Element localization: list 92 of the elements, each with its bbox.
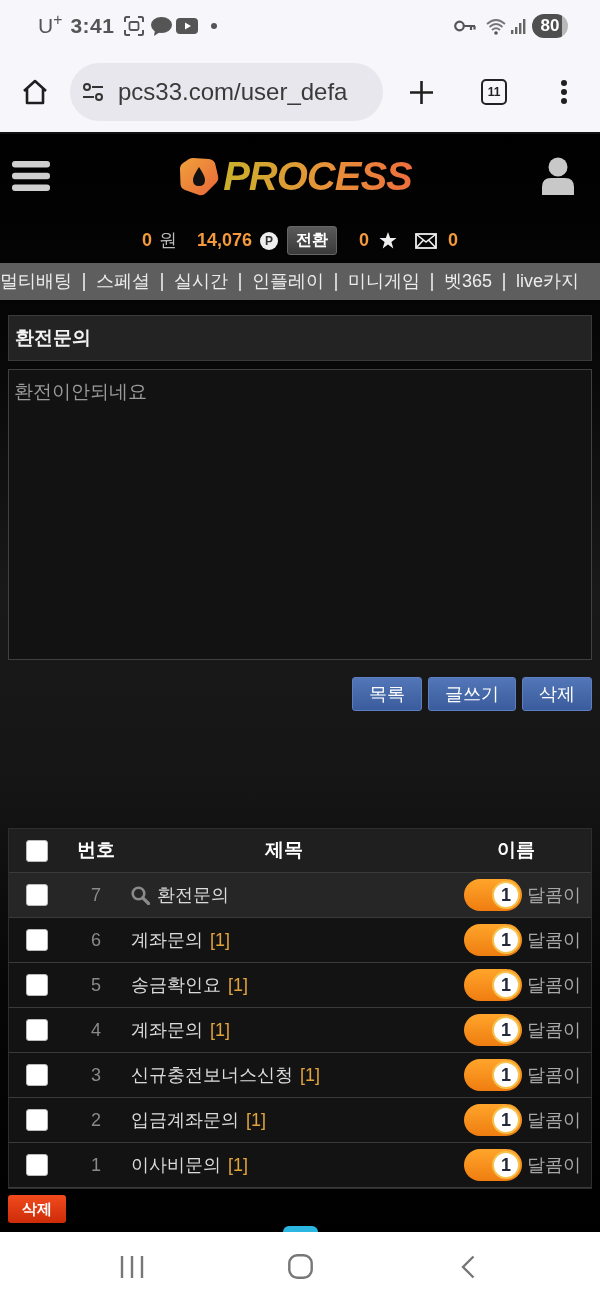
logo-icon (179, 156, 220, 196)
back-icon[interactable] (461, 1254, 475, 1279)
author-name: 달콤이 (527, 1153, 581, 1177)
row-number: 3 (90, 1063, 102, 1087)
post-title-link[interactable]: 계좌문의 (131, 1016, 203, 1044)
tab-count-button[interactable]: 11 (481, 79, 507, 105)
address-bar[interactable]: pcs33.com/user_defa (70, 63, 383, 121)
play-icon (176, 18, 199, 34)
row-number: 4 (90, 1018, 102, 1042)
row-checkbox[interactable] (26, 1154, 48, 1176)
comment-count: [1] (228, 1153, 248, 1177)
row-checkbox[interactable] (26, 929, 48, 951)
comment-count: [1] (210, 928, 230, 952)
comment-count: [1] (228, 973, 248, 997)
delete-button[interactable]: 삭제 (522, 677, 592, 711)
recents-icon[interactable] (120, 1254, 144, 1279)
row-number: 2 (90, 1108, 102, 1132)
comment-count: [1] (210, 1018, 230, 1042)
signal-icon (511, 18, 526, 34)
carrier-label: U$^{+}$ (38, 10, 63, 40)
home-icon[interactable] (21, 79, 49, 105)
level-badge: 1 (464, 1104, 522, 1136)
more-menu-icon[interactable] (560, 80, 568, 104)
author-name: 달콤이 (527, 1063, 581, 1087)
post-title-link[interactable]: 계좌문의 (131, 926, 203, 954)
site-settings-icon[interactable] (82, 83, 104, 101)
level-badge: 1 (464, 1149, 522, 1181)
person-icon[interactable] (541, 157, 575, 195)
screenshot-icon (124, 16, 145, 36)
nav-link[interactable]: 멀티배팅 (0, 268, 72, 295)
row-checkbox[interactable] (26, 1064, 48, 1086)
column-header: 번호 (76, 838, 116, 863)
author-name: 달콤이 (527, 973, 581, 997)
comment-count: [1] (246, 1108, 266, 1132)
level-badge: 1 (464, 879, 522, 911)
row-number: 6 (90, 928, 102, 952)
chat-bubble-icon (151, 16, 173, 36)
battery-indicator: 80 (532, 14, 568, 38)
dot-icon (211, 23, 218, 29)
post-title-link[interactable]: 송금확인요 (131, 971, 221, 999)
row-number: 7 (90, 883, 102, 907)
menu-icon[interactable] (12, 161, 50, 191)
row-checkbox[interactable] (26, 1019, 48, 1041)
author-name: 달콤이 (527, 1108, 581, 1132)
url-text: pcs33.com/user_defa (118, 77, 348, 107)
row-number: 5 (90, 973, 102, 997)
star-count: 0 (359, 229, 370, 252)
nav-link[interactable]: 인플레이 (252, 268, 324, 295)
post-body: 환전이안되네요 (8, 369, 592, 660)
list-button[interactable]: 목록 (352, 677, 422, 711)
nav-link[interactable]: 실시간 (174, 268, 228, 295)
points-badge: P (260, 231, 278, 250)
column-header: 이름 (496, 838, 536, 863)
level-badge: 1 (464, 1059, 522, 1091)
board-row[interactable]: 7 환전문의 1 달콤이 (9, 873, 591, 918)
search-icon (131, 885, 150, 905)
column-header: 제목 (264, 838, 304, 863)
nav-link[interactable]: 미니게임 (348, 268, 420, 295)
row-number: 1 (90, 1153, 102, 1177)
tab-handle[interactable] (282, 1226, 318, 1232)
post-title-link[interactable]: 신규충전보너스신청 (131, 1061, 293, 1089)
author-name: 달콤이 (527, 1018, 581, 1042)
post-title-link[interactable]: 입금계좌문의 (131, 1106, 239, 1134)
currency-unit: 원 (158, 229, 177, 252)
write-button[interactable]: 글쓰기 (428, 677, 516, 711)
post-title: 환전문의 (8, 315, 592, 361)
row-checkbox[interactable] (26, 884, 48, 906)
level-badge: 1 (464, 969, 522, 1001)
author-name: 달콤이 (527, 928, 581, 952)
mail-icon[interactable] (415, 232, 438, 249)
star-icon (379, 232, 398, 249)
level-badge: 1 (464, 1014, 522, 1046)
convert-button[interactable]: 전환 (287, 226, 337, 255)
clock-time: 3:41 (70, 13, 115, 40)
nav-link[interactable]: 벳365 (444, 268, 493, 295)
message-count: 0 (448, 229, 459, 252)
row-checkbox[interactable] (26, 1109, 48, 1131)
plus-icon[interactable] (409, 79, 434, 105)
post-title-link[interactable]: 이사비문의 (131, 1151, 221, 1179)
nav-link[interactable]: live카지 (516, 268, 580, 295)
level-badge: 1 (464, 924, 522, 956)
cash-amount: 0 (141, 229, 152, 252)
delete-selected-button[interactable]: 삭제 (8, 1195, 66, 1223)
key-icon (454, 20, 476, 32)
nav-link[interactable]: 스페셜 (96, 268, 150, 295)
select-all-checkbox[interactable] (26, 839, 48, 862)
comment-count: [1] (300, 1063, 320, 1087)
wifi-icon (486, 17, 506, 35)
row-checkbox[interactable] (26, 974, 48, 996)
post-title-link[interactable]: 환전문의 (157, 881, 229, 909)
points-amount: 14,076 (196, 229, 252, 252)
author-name: 달콤이 (527, 883, 581, 907)
